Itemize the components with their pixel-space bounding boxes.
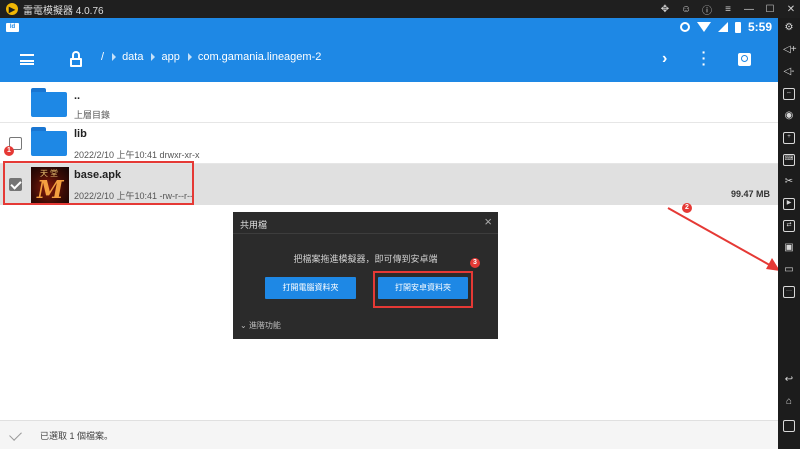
emulator-titlebar: ▶ 雷電模擬器 4.0.76 ✥ ☺ ⓘ ≡ — ☐ ✕ [0, 0, 800, 18]
selection-bar: 已選取 1 個檔案。 [0, 420, 778, 449]
app-notification-icon: ld [6, 23, 19, 32]
chevron-right-icon[interactable]: › [662, 50, 667, 68]
chevron-right-icon [187, 53, 192, 61]
scissors-icon[interactable]: ✂ [783, 176, 795, 188]
annotation-badge-3: 3 [470, 258, 480, 268]
annotation-box-button [373, 271, 473, 308]
list-item-parent[interactable]: .. 上層目錄 [0, 82, 778, 123]
volume-up-icon[interactable]: ◁+ [783, 44, 797, 56]
add-apk-icon[interactable]: + [783, 132, 795, 144]
file-meta: 上層目錄 [74, 110, 111, 120]
menu-icon[interactable] [20, 54, 34, 65]
wifi-icon [696, 22, 711, 32]
menu-icon[interactable]: ≡ [723, 4, 733, 15]
file-manager-appbar: / data app com.gamania.lineagem-2 › · · · [0, 38, 778, 82]
minimize-icon[interactable]: — [744, 4, 754, 15]
recent-apps-icon[interactable] [783, 420, 795, 432]
chevron-right-icon [151, 53, 156, 61]
status-time: 5:59 [747, 20, 772, 34]
settings-icon [679, 22, 690, 32]
breadcrumb-root[interactable]: / [101, 51, 104, 63]
dialog-title: 共用檔 [240, 220, 268, 230]
chevron-down-icon: ⌄ [240, 321, 247, 330]
dialog-header: 共用檔 × [233, 212, 498, 234]
info-icon[interactable]: ⓘ [702, 2, 712, 17]
signal-icon [717, 22, 728, 32]
video-icon[interactable]: ▶ [783, 198, 795, 210]
back-icon[interactable]: ↩ [783, 374, 795, 386]
maximize-icon[interactable]: ☐ [765, 4, 775, 15]
selection-status: 已選取 1 個檔案。 [40, 431, 114, 441]
volume-down-icon[interactable]: ◁- [783, 66, 795, 78]
file-name: .. [74, 90, 81, 102]
search-icon[interactable] [738, 53, 751, 66]
breadcrumb-data[interactable]: data [122, 51, 143, 63]
advanced-toggle[interactable]: ⌄ 進階功能 [240, 320, 281, 331]
emulator-window: ▶ 雷電模擬器 4.0.76 ✥ ☺ ⓘ ≡ — ☐ ✕ ld 5:59 / d… [0, 0, 800, 449]
gamepad-icon[interactable]: ✥ [660, 4, 670, 15]
file-size: 99.47 MB [730, 189, 770, 199]
home-icon[interactable]: ⌂ [783, 396, 795, 408]
chevron-right-icon [112, 53, 117, 61]
check-icon[interactable] [9, 428, 22, 441]
folder-icon [31, 127, 67, 156]
more-vert-icon[interactable]: · · · [701, 45, 707, 71]
breadcrumb-package[interactable]: com.gamania.lineagem-2 [198, 51, 322, 63]
shared-file-dialog: 共用檔 × 把檔案拖進模擬器，即可傳到安卓端 打開電腦資料夾 打開安卓資料夾 3… [233, 212, 498, 339]
advanced-label: 進階功能 [248, 321, 281, 330]
battery-icon [734, 21, 741, 33]
more-icon[interactable]: ··· [783, 286, 795, 298]
close-icon[interactable]: × [484, 215, 492, 229]
settings-icon[interactable]: ⚙ [783, 22, 795, 34]
emulator-title: 雷電模擬器 4.0.76 [23, 5, 104, 17]
open-pc-folder-button[interactable]: 打開電腦資料夾 [265, 277, 356, 299]
ldplayer-logo-icon: ▶ [6, 3, 18, 15]
file-name: lib [74, 128, 87, 140]
resize-icon[interactable]: ⇔ [783, 88, 795, 100]
record-icon[interactable]: ◉ [783, 110, 795, 122]
list-item-lib[interactable]: lib 2022/2/10 上午10:41 drwxr-xr-x [0, 123, 778, 164]
close-icon[interactable]: ✕ [786, 4, 796, 15]
annotation-badge-1: 1 [4, 146, 14, 156]
annotation-badge-2: 2 [682, 203, 692, 213]
lock-icon[interactable] [70, 51, 82, 67]
annotation-box-file [3, 161, 194, 205]
breadcrumb-app[interactable]: app [161, 51, 179, 63]
cpu-icon[interactable]: ▣ [783, 242, 795, 254]
android-status-bar: ld 5:59 [0, 18, 778, 38]
dialog-message: 把檔案拖進模擬器，即可傳到安卓端 [293, 254, 438, 264]
sync-icon[interactable]: ⇄ [783, 220, 795, 232]
folder-icon[interactable]: ▭ [783, 264, 795, 276]
smiley-icon[interactable]: ☺ [681, 4, 691, 15]
keyboard-icon[interactable]: ⌨ [783, 154, 795, 166]
folder-icon [31, 88, 67, 117]
emulator-side-toolbar: ⚙ ◁+ ◁- ⇔ ◉ + ⌨ ✂ ▶ ⇄ ▣ ▭ ··· ↩ ⌂ [778, 18, 800, 449]
file-meta: 2022/2/10 上午10:41 drwxr-xr-x [74, 150, 200, 160]
breadcrumb: / data app com.gamania.lineagem-2 [101, 51, 321, 63]
